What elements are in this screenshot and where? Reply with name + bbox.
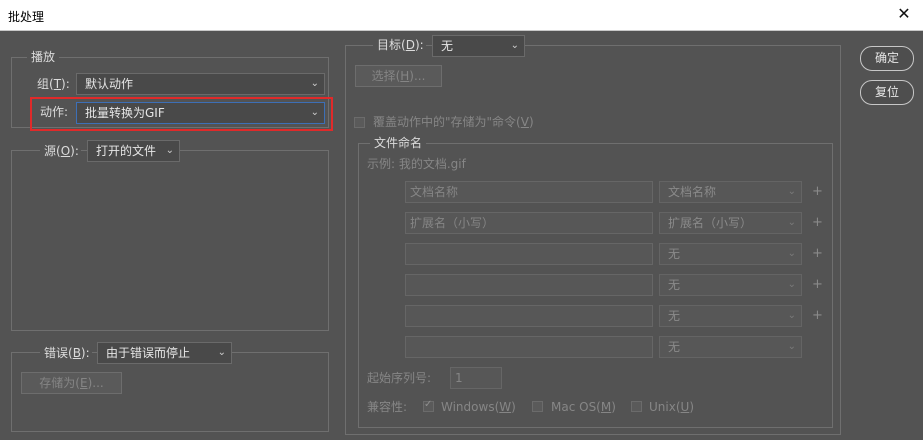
- add-row-icon[interactable]: +: [812, 309, 823, 323]
- chevron-down-icon: ⌄: [217, 347, 226, 358]
- naming-select-5[interactable]: 无 ⌄: [659, 305, 802, 327]
- errors-label: 错误(B):: [40, 345, 92, 361]
- naming-input-4[interactable]: [405, 274, 653, 296]
- naming-input-5[interactable]: [405, 305, 653, 327]
- set-select-value: 默认动作: [85, 77, 134, 91]
- naming-input-2[interactable]: 扩展名（小写）: [405, 212, 653, 234]
- title-bar: 批处理 ✕: [0, 0, 923, 31]
- source-select-value: 打开的文件: [96, 144, 157, 158]
- errors-select[interactable]: 由于错误而停止 ⌄: [97, 342, 232, 364]
- naming-select-2[interactable]: 扩展名（小写） ⌄: [659, 212, 802, 234]
- windows-label: Windows(W): [441, 400, 516, 414]
- reset-button[interactable]: 复位: [860, 80, 914, 105]
- unix-checkbox[interactable]: [631, 401, 642, 412]
- serial-label: 起始序列号:: [367, 371, 432, 385]
- compat-label: 兼容性:: [367, 400, 408, 414]
- window-title: 批处理: [8, 10, 45, 24]
- naming-input-1[interactable]: 文档名称: [405, 181, 653, 203]
- source-label: 源(O):: [40, 143, 81, 159]
- chevron-down-icon: ⌄: [787, 248, 796, 259]
- set-select[interactable]: 默认动作 ⌄: [76, 73, 325, 95]
- macos-checkbox[interactable]: [532, 401, 543, 412]
- source-select[interactable]: 打开的文件 ⌄: [87, 140, 180, 162]
- naming-select-4[interactable]: 无 ⌄: [659, 274, 802, 296]
- add-row-icon[interactable]: +: [812, 216, 823, 230]
- source-group: [11, 150, 329, 331]
- override-save-checkbox[interactable]: [354, 117, 365, 128]
- naming-input-3[interactable]: [405, 243, 653, 265]
- macos-label: Mac OS(M): [551, 400, 616, 414]
- destination-select[interactable]: 无 ⌄: [432, 35, 525, 57]
- naming-input-6[interactable]: [405, 336, 653, 358]
- errors-save-as-button[interactable]: 存储为(E)...: [21, 372, 122, 394]
- chevron-down-icon: ⌄: [510, 40, 519, 51]
- destination-label: 目标(D):: [373, 37, 426, 53]
- override-save-label: 覆盖动作中的"存储为"命令(V): [373, 115, 534, 129]
- naming-example: 示例: 我的文档.gif: [367, 157, 466, 171]
- chevron-down-icon: ⌄: [787, 341, 796, 352]
- chevron-down-icon: ⌄: [787, 217, 796, 228]
- naming-select-3[interactable]: 无 ⌄: [659, 243, 802, 265]
- ok-button[interactable]: 确定: [860, 46, 914, 71]
- file-naming-legend: 文件命名: [370, 135, 427, 151]
- destination-choose-button[interactable]: 选择(H)...: [355, 65, 442, 87]
- chevron-down-icon: ⌄: [787, 279, 796, 290]
- naming-select-1[interactable]: 文档名称 ⌄: [659, 181, 802, 203]
- highlight-box: [30, 97, 333, 131]
- add-row-icon[interactable]: +: [812, 247, 823, 261]
- serial-input[interactable]: 1: [450, 367, 502, 389]
- unix-label: Unix(U): [649, 400, 694, 414]
- destination-select-value: 无: [441, 39, 454, 53]
- errors-select-value: 由于错误而停止: [106, 346, 191, 360]
- add-row-icon[interactable]: +: [812, 185, 823, 199]
- chevron-down-icon: ⌄: [310, 78, 319, 89]
- naming-select-6[interactable]: 无 ⌄: [659, 336, 802, 358]
- play-legend: 播放: [27, 49, 60, 65]
- set-label: 组(T):: [37, 77, 70, 91]
- close-icon[interactable]: ✕: [895, 5, 913, 23]
- chevron-down-icon: ⌄: [165, 145, 174, 156]
- chevron-down-icon: ⌄: [787, 186, 796, 197]
- chevron-down-icon: ⌄: [787, 310, 796, 321]
- add-row-icon[interactable]: +: [812, 278, 823, 292]
- windows-checkbox[interactable]: [423, 399, 434, 412]
